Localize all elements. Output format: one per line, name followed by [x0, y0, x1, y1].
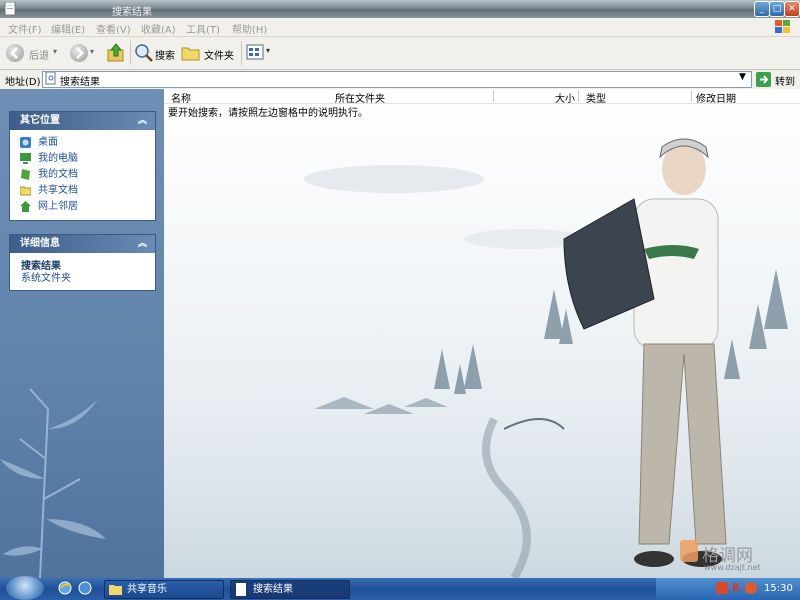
views-button[interactable]: ▾	[246, 43, 273, 63]
watermark-url: www.dzajt.net	[704, 563, 761, 572]
window-title: 搜索结果	[112, 7, 152, 18]
collapse-chevron-icon[interactable]: ︽	[138, 235, 147, 253]
column-modified[interactable]: 修改日期	[696, 90, 736, 105]
folders-label: 文件夹	[204, 51, 234, 62]
search-results-icon	[45, 72, 56, 85]
address-dropdown-icon[interactable]: ▼	[739, 72, 746, 82]
other-places-panel: 其它位置 ︽ 桌面 我的电脑 我的文档 共享文档 网上邻居	[9, 111, 156, 221]
shared-folder-icon	[20, 186, 31, 196]
taskbar-item-search-results[interactable]: 搜索结果	[230, 580, 350, 599]
sidebar-item-label: 网上邻居	[38, 201, 78, 212]
column-size[interactable]: 大小	[555, 90, 575, 105]
column-type[interactable]: 类型	[586, 90, 606, 105]
my-documents-icon	[21, 169, 30, 180]
taskbar-clock: 15:30	[764, 583, 793, 594]
search-hint-text: 要开始搜索，请按照左边窗格中的说明执行。	[168, 108, 368, 119]
views-grid-icon	[246, 44, 264, 60]
menu-help[interactable]: 帮助(H)	[232, 21, 267, 36]
maximize-button[interactable]: □	[769, 1, 785, 17]
tray-security-icon[interactable]	[745, 582, 757, 594]
my-computer-icon	[20, 153, 31, 164]
column-divider[interactable]	[493, 90, 494, 102]
collapse-chevron-icon[interactable]: ︽	[138, 112, 147, 130]
watermark-logo-icon	[680, 540, 698, 562]
taskbar-item-shared-music[interactable]: 共享音乐	[104, 580, 224, 599]
column-folder[interactable]: 所在文件夹	[335, 90, 385, 105]
back-label: 后退	[29, 51, 49, 62]
search-button[interactable]: 搜索	[134, 42, 176, 64]
go-arrow-icon	[756, 72, 771, 87]
views-dropdown-icon: ▾	[266, 46, 271, 55]
back-arrow-icon	[6, 44, 24, 62]
menu-file[interactable]: 文件(F)	[8, 21, 42, 36]
folders-button[interactable]: 文件夹	[181, 42, 237, 64]
go-label: 转到	[775, 77, 795, 88]
details-header[interactable]: 详细信息 ︽	[10, 235, 155, 253]
close-button[interactable]: ✕	[784, 1, 800, 17]
menu-favorites[interactable]: 收藏(A)	[141, 21, 176, 36]
menu-edit[interactable]: 编辑(E)	[51, 21, 85, 36]
column-divider[interactable]	[578, 90, 579, 102]
tray-k-icon[interactable]: K	[732, 581, 741, 594]
up-folder-icon	[107, 43, 124, 62]
sidebar-item-network-places[interactable]: 网上邻居	[10, 199, 155, 215]
details-panel: 详细信息 ︽ 搜索结果 系统文件夹	[9, 234, 156, 291]
details-name: 搜索结果	[21, 261, 61, 272]
search-icon	[135, 44, 153, 62]
sidebar-item-label: 桌面	[38, 137, 58, 148]
column-divider[interactable]	[691, 90, 692, 102]
toolbar-separator	[130, 41, 131, 65]
back-dropdown-icon: ▾	[53, 47, 58, 56]
media-quicklaunch-icon[interactable]	[78, 580, 92, 596]
ie-quicklaunch-icon[interactable]	[58, 580, 72, 596]
windows-logo-icon	[772, 19, 794, 35]
start-button[interactable]	[6, 576, 44, 600]
folder-icon	[109, 585, 122, 595]
search-label: 搜索	[155, 51, 175, 62]
address-label: 地址(D)	[5, 77, 41, 88]
details-type: 系统文件夹	[21, 273, 71, 284]
network-places-icon	[20, 201, 31, 212]
minimize-button[interactable]: _	[754, 1, 770, 17]
sidebar-item-desktop[interactable]: 桌面	[10, 135, 155, 151]
address-value: 搜索结果	[60, 77, 100, 88]
column-name[interactable]: 名称	[171, 90, 191, 105]
details-title: 详细信息	[20, 238, 60, 249]
back-button[interactable]: 后退 ▾	[6, 43, 64, 63]
forward-button[interactable]: ▾	[70, 43, 100, 63]
sidebar-item-label: 共享文档	[38, 185, 78, 196]
taskbar-item-label: 共享音乐	[127, 584, 167, 595]
sidebar-item-shared-documents[interactable]: 共享文档	[10, 183, 155, 199]
tray-app-icon[interactable]	[716, 582, 728, 594]
search-results-icon	[236, 583, 246, 596]
go-button[interactable]: 转到	[756, 71, 798, 88]
address-input[interactable]	[42, 71, 752, 88]
other-places-title: 其它位置	[20, 115, 60, 126]
menu-tools[interactable]: 工具(T)	[186, 21, 220, 36]
bamboo-decoration	[0, 388, 106, 578]
forward-arrow-icon	[70, 44, 88, 62]
results-pane	[164, 89, 800, 578]
desktop-icon	[20, 137, 31, 148]
background-illustration	[164, 138, 800, 578]
forward-dropdown-icon: ▾	[90, 47, 95, 56]
toolbar-separator	[241, 41, 242, 65]
sidebar-item-label: 我的电脑	[38, 153, 78, 164]
window-icon	[4, 1, 16, 16]
sidebar-item-my-documents[interactable]: 我的文档	[10, 167, 155, 183]
sidebar-item-label: 我的文档	[38, 169, 78, 180]
menu-view[interactable]: 查看(V)	[96, 21, 131, 36]
sidebar-item-my-computer[interactable]: 我的电脑	[10, 151, 155, 167]
taskbar-item-label: 搜索结果	[253, 584, 293, 595]
up-folder-button[interactable]	[106, 42, 126, 64]
folder-icon	[181, 47, 200, 61]
other-places-header[interactable]: 其它位置 ︽	[10, 112, 155, 130]
